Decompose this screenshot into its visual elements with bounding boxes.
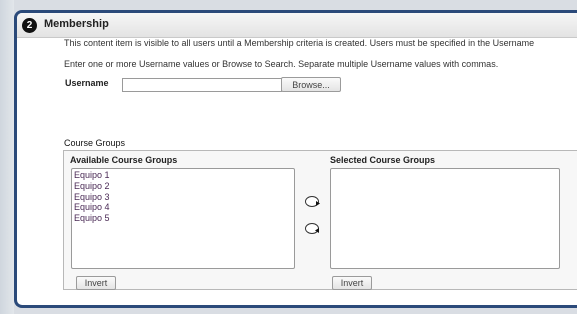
browse-button[interactable]: Browse... — [281, 77, 341, 92]
course-groups-heading: Course Groups — [64, 138, 126, 148]
list-item[interactable]: Equipo 1 — [74, 170, 292, 181]
list-item[interactable]: Equipo 5 — [74, 213, 292, 224]
available-course-groups-label: Available Course Groups — [70, 155, 178, 165]
selected-course-groups-label: Selected Course Groups — [330, 155, 436, 165]
panel-header: 2 Membership — [17, 13, 577, 38]
panel-title: Membership — [44, 18, 109, 30]
list-item[interactable]: Equipo 2 — [74, 181, 292, 192]
list-item[interactable]: Equipo 3 — [74, 192, 292, 203]
move-right-icon — [316, 201, 320, 206]
list-item[interactable]: Equipo 4 — [74, 202, 292, 213]
step-number-badge: 2 — [22, 18, 37, 33]
instruction-text-2: Enter one or more Username values or Bro… — [64, 59, 499, 69]
username-label: Username — [65, 78, 109, 88]
selected-course-groups-list[interactable] — [330, 168, 560, 269]
instruction-text: This content item is visible to all user… — [64, 38, 535, 48]
move-left-button[interactable] — [305, 223, 319, 234]
move-left-icon — [315, 228, 319, 233]
invert-available-button[interactable]: Invert — [76, 276, 116, 290]
invert-selected-button[interactable]: Invert — [332, 276, 372, 290]
move-right-button[interactable] — [305, 196, 320, 207]
page-background — [0, 0, 14, 314]
available-course-groups-list[interactable]: Equipo 1Equipo 2Equipo 3Equipo 4Equipo 5 — [71, 168, 295, 269]
username-input[interactable] — [122, 78, 282, 92]
